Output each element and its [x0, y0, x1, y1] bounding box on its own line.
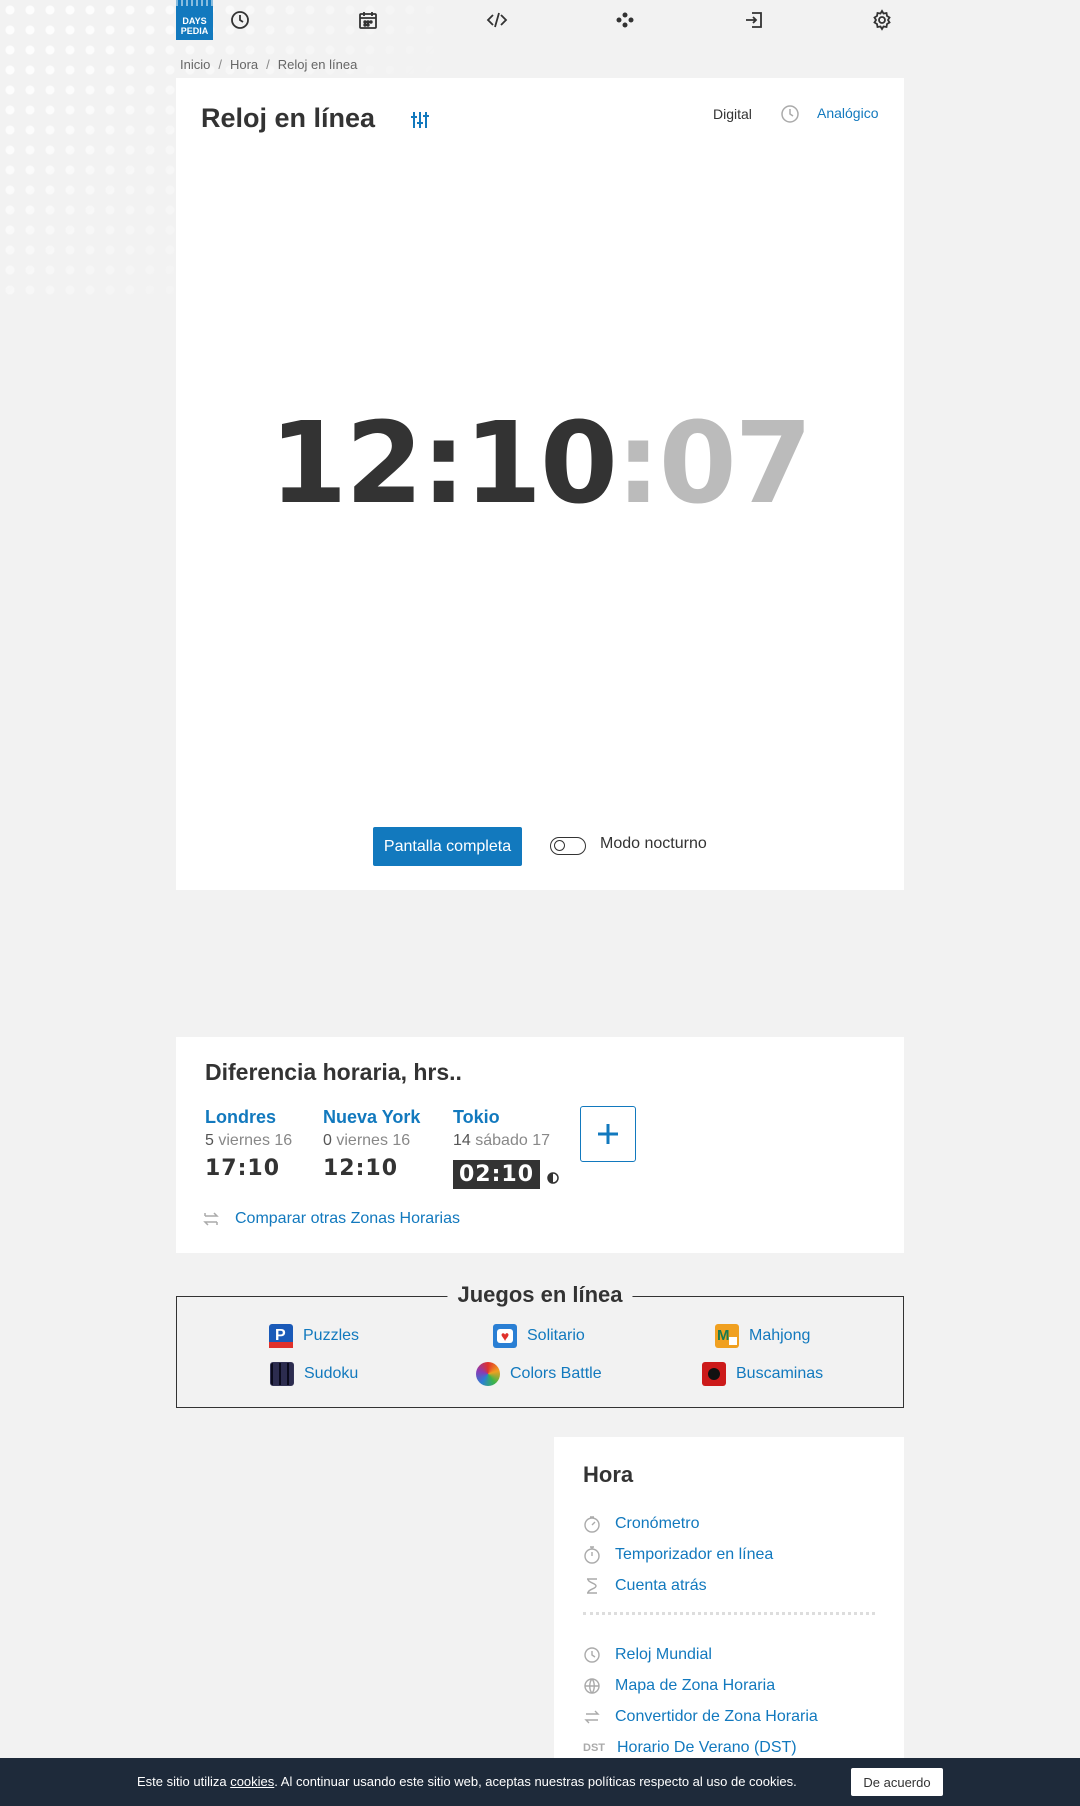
- night-moon-icon: [547, 1171, 560, 1184]
- time-seconds: :07: [615, 399, 813, 529]
- breadcrumb-home[interactable]: Inicio: [180, 57, 210, 72]
- city-new-york: Nueva York 0 viernes 16 12:10: [323, 1107, 420, 1181]
- colors-battle-icon: [476, 1362, 500, 1386]
- city-name[interactable]: Tokio: [453, 1107, 559, 1128]
- sudoku-grid-icon: [270, 1362, 294, 1386]
- game-colors-battle[interactable]: Colors Battle: [476, 1362, 602, 1386]
- dst-icon: DST: [583, 1742, 605, 1754]
- city-time: 12:10: [323, 1156, 399, 1181]
- clock-icon[interactable]: [228, 8, 252, 32]
- sidebar-item-cuenta-atras[interactable]: Cuenta atrás: [583, 1577, 707, 1595]
- game-buscaminas[interactable]: Buscaminas: [702, 1362, 823, 1386]
- sidebar-item-temporizador[interactable]: Temporizador en línea: [583, 1546, 773, 1564]
- game-sudoku[interactable]: Sudoku: [270, 1362, 358, 1386]
- game-mahjong[interactable]: M Mahjong: [715, 1324, 810, 1348]
- time-hours-minutes: 12:10: [269, 399, 618, 529]
- countdown-icon: [587, 1578, 597, 1594]
- night-mode-label: Modo nocturno: [600, 835, 707, 852]
- sidebar-item-reloj-mundial[interactable]: Reloj Mundial: [583, 1646, 712, 1664]
- sidebar-item-mapa-zona[interactable]: Mapa de Zona Horaria: [583, 1677, 775, 1695]
- puzzles-icon: P: [269, 1324, 293, 1348]
- cookies-link[interactable]: cookies: [230, 1774, 274, 1789]
- apps-icon[interactable]: [613, 8, 637, 32]
- mahjong-icon: M: [715, 1324, 739, 1348]
- compare-time-zones-link[interactable]: Comparar otras Zonas Horarias: [201, 1209, 460, 1229]
- city-date: 14 sábado 17: [453, 1132, 550, 1149]
- breadcrumb: Inicio / Hora / Reloj en línea: [180, 57, 357, 72]
- city-name[interactable]: Londres: [205, 1107, 292, 1128]
- city-time: 02:10: [453, 1160, 541, 1189]
- game-solitario[interactable]: ♥ Solitario: [493, 1324, 585, 1348]
- page-title: Reloj en línea: [201, 103, 376, 133]
- settings-icon[interactable]: [870, 8, 894, 32]
- add-city-button[interactable]: [580, 1106, 636, 1162]
- analog-clock-icon: [780, 104, 800, 124]
- calendar-icon[interactable]: [356, 8, 380, 32]
- breadcrumb-separator: /: [218, 57, 222, 72]
- stopwatch-icon: [584, 1516, 600, 1533]
- breadcrumb-current: Reloj en línea: [277, 57, 358, 72]
- city-time: 17:10: [205, 1156, 281, 1181]
- site-logo[interactable]: DAYS PEDIA: [176, 0, 213, 40]
- converter-icon: [584, 1710, 600, 1724]
- compare-icon: [203, 1212, 219, 1226]
- breadcrumb-hora[interactable]: Hora: [230, 57, 258, 72]
- time-difference-title: Diferencia horaria, hrs..: [205, 1059, 462, 1085]
- city-date: 5 viernes 16: [205, 1132, 293, 1149]
- digital-time: 12:10:07: [176, 408, 904, 520]
- sidebar-item-cronometro[interactable]: Cronómetro: [583, 1515, 699, 1533]
- timer-icon: [584, 1546, 600, 1564]
- login-icon[interactable]: [742, 8, 766, 32]
- sidebar-divider: [583, 1612, 875, 1615]
- clock-card: Reloj en línea Digital Analógico 12:10:0…: [176, 78, 904, 890]
- mode-digital[interactable]: Digital: [713, 106, 752, 122]
- code-icon[interactable]: [485, 8, 509, 32]
- solitaire-heart-icon: ♥: [493, 1324, 517, 1348]
- sidebar-item-convertidor[interactable]: Convertidor de Zona Horaria: [583, 1708, 818, 1726]
- games-title: Juegos en línea: [447, 1282, 633, 1308]
- city-london: Londres 5 viernes 16 17:10: [205, 1107, 292, 1181]
- mode-analog-link[interactable]: Analógico: [817, 105, 879, 121]
- world-clock-icon: [584, 1647, 600, 1663]
- sidebar-item-dst[interactable]: DST Horario De Verano (DST): [583, 1739, 797, 1757]
- fullscreen-button[interactable]: Pantalla completa: [373, 827, 522, 866]
- cookie-text: Este sitio utiliza cookies. Al continuar…: [137, 1774, 797, 1789]
- globe-icon: [584, 1678, 600, 1694]
- sidebar-title: Hora: [583, 1462, 634, 1487]
- minesweeper-icon: [702, 1362, 726, 1386]
- tune-settings-icon[interactable]: [408, 108, 432, 132]
- city-tokyo: Tokio 14 sábado 17 02:10: [453, 1107, 560, 1189]
- online-games-box: Juegos en línea P Puzzles ♥ Solitario M …: [176, 1282, 904, 1408]
- time-difference-card: Diferencia horaria, hrs.. Londres 5 vier…: [176, 1037, 904, 1253]
- city-date: 0 viernes 16: [323, 1132, 411, 1149]
- breadcrumb-separator: /: [266, 57, 270, 72]
- time-tools-sidebar: Hora Cronómetro Temporizador en línea Cu…: [554, 1437, 904, 1806]
- game-puzzles[interactable]: P Puzzles: [269, 1324, 359, 1348]
- city-name[interactable]: Nueva York: [323, 1107, 420, 1128]
- night-mode-toggle[interactable]: [550, 837, 586, 855]
- plus-icon: [598, 1124, 618, 1144]
- cookie-banner: Este sitio utiliza cookies. Al continuar…: [0, 1758, 1080, 1806]
- cookie-accept-button[interactable]: De acuerdo: [851, 1768, 943, 1796]
- top-nav: DAYS PEDIA: [176, 0, 904, 43]
